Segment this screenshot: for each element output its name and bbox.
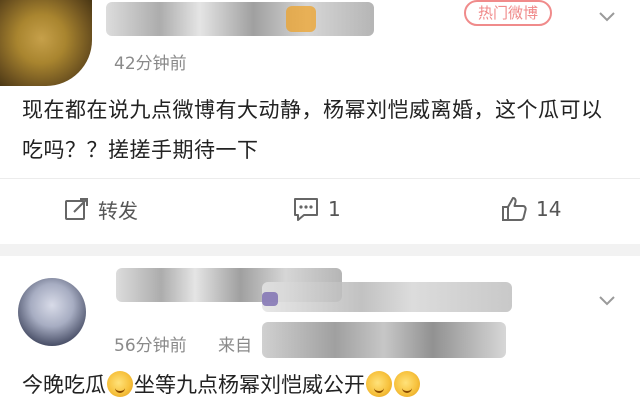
repost-button[interactable]: 转发 bbox=[64, 195, 138, 223]
blurred-username-extra bbox=[262, 282, 512, 312]
emoji-icon bbox=[394, 371, 420, 397]
comment-count: 1 bbox=[328, 197, 341, 221]
post-time: 42分钟前 bbox=[114, 54, 187, 74]
weibo-comment-feed: 热门微博 42分钟前 现在都在说九点微博有大动静，杨幂刘恺威离婚，这个瓜可以吃吗… bbox=[0, 0, 640, 418]
comment-text: 今晚吃瓜 坐等九点杨幂刘恺威公开 bbox=[22, 368, 622, 402]
like-icon bbox=[502, 197, 527, 221]
blurred-source bbox=[262, 322, 506, 358]
hot-weibo-badge: 热门微博 bbox=[464, 0, 552, 26]
blurred-badge bbox=[262, 292, 278, 306]
post-time: 56分钟前 bbox=[114, 336, 187, 356]
like-button[interactable]: 14 bbox=[500, 195, 561, 223]
chevron-down-icon[interactable] bbox=[598, 8, 616, 26]
avatar[interactable] bbox=[18, 278, 86, 346]
divider bbox=[0, 178, 640, 179]
comment-text-part: 坐等九点杨幂刘恺威公开 bbox=[134, 373, 365, 397]
blurred-username-badge bbox=[286, 6, 316, 32]
chevron-down-icon[interactable] bbox=[598, 292, 616, 310]
avatar[interactable] bbox=[0, 0, 92, 86]
emoji-icon bbox=[107, 371, 133, 397]
comment-icon bbox=[294, 198, 318, 221]
comment-text: 现在都在说九点微博有大动静，杨幂刘恺威离婚，这个瓜可以吃吗？？搓搓手期待一下 bbox=[22, 98, 603, 162]
repost-label: 转发 bbox=[98, 198, 138, 223]
comment-text-part: 今晚吃瓜 bbox=[22, 373, 106, 397]
card-separator bbox=[0, 244, 640, 256]
comment-button[interactable]: 1 bbox=[292, 195, 341, 223]
emoji-icon bbox=[366, 371, 392, 397]
source-label: 来自 bbox=[218, 336, 252, 356]
repost-icon bbox=[65, 198, 88, 220]
blurred-username bbox=[106, 2, 374, 36]
comment-card-1: 热门微博 42分钟前 现在都在说九点微博有大动静，杨幂刘恺威离婚，这个瓜可以吃吗… bbox=[0, 0, 640, 244]
like-count: 14 bbox=[536, 197, 562, 221]
